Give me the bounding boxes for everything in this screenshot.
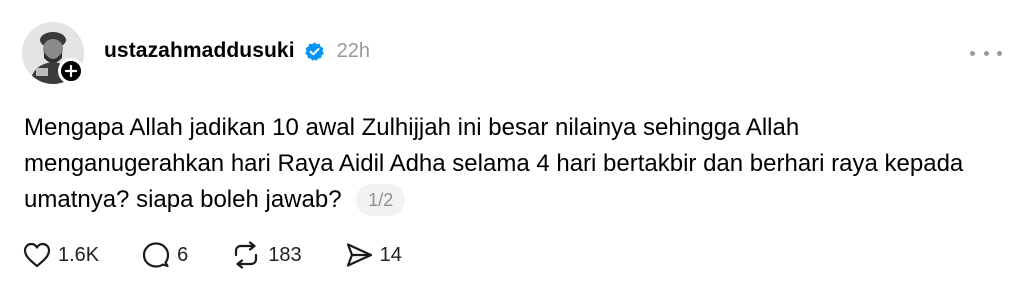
page-indicator: 1/2 <box>356 184 406 216</box>
repost-icon <box>235 241 258 269</box>
plus-icon <box>64 64 78 78</box>
post-time[interactable]: 22h <box>337 40 370 63</box>
avatar-container[interactable] <box>22 22 84 84</box>
post-text: Mengapa Allah jadikan 10 awal Zulhijjah … <box>24 114 964 213</box>
heart-icon <box>23 242 51 268</box>
repost-button[interactable]: 183 <box>230 241 302 269</box>
like-button[interactable]: 1.6K <box>22 241 99 269</box>
post-header: ustazahmaddusuki 22h <box>104 36 370 66</box>
share-count: 14 <box>379 243 402 266</box>
send-icon <box>346 243 372 267</box>
like-count: 1.6K <box>58 243 100 266</box>
more-options-icon <box>970 50 975 56</box>
verified-badge-icon <box>304 41 325 62</box>
comment-bubble-icon <box>143 242 170 268</box>
action-bar: 1.6K 6 183 14 <box>22 240 444 270</box>
share-button[interactable]: 14 <box>344 241 402 269</box>
username[interactable]: ustazahmaddusuki <box>104 39 295 63</box>
repost-count: 183 <box>268 243 302 266</box>
thread-post: ustazahmaddusuki 22h Mengapa Allah jadik… <box>0 0 1024 287</box>
more-options-button[interactable] <box>970 44 1002 62</box>
comment-button[interactable]: 6 <box>141 241 188 269</box>
more-options-icon <box>997 50 1002 56</box>
more-options-icon <box>983 50 989 56</box>
post-body: Mengapa Allah jadikan 10 awal Zulhijjah … <box>24 110 984 218</box>
follow-button[interactable] <box>58 58 84 84</box>
comment-count: 6 <box>177 243 189 266</box>
